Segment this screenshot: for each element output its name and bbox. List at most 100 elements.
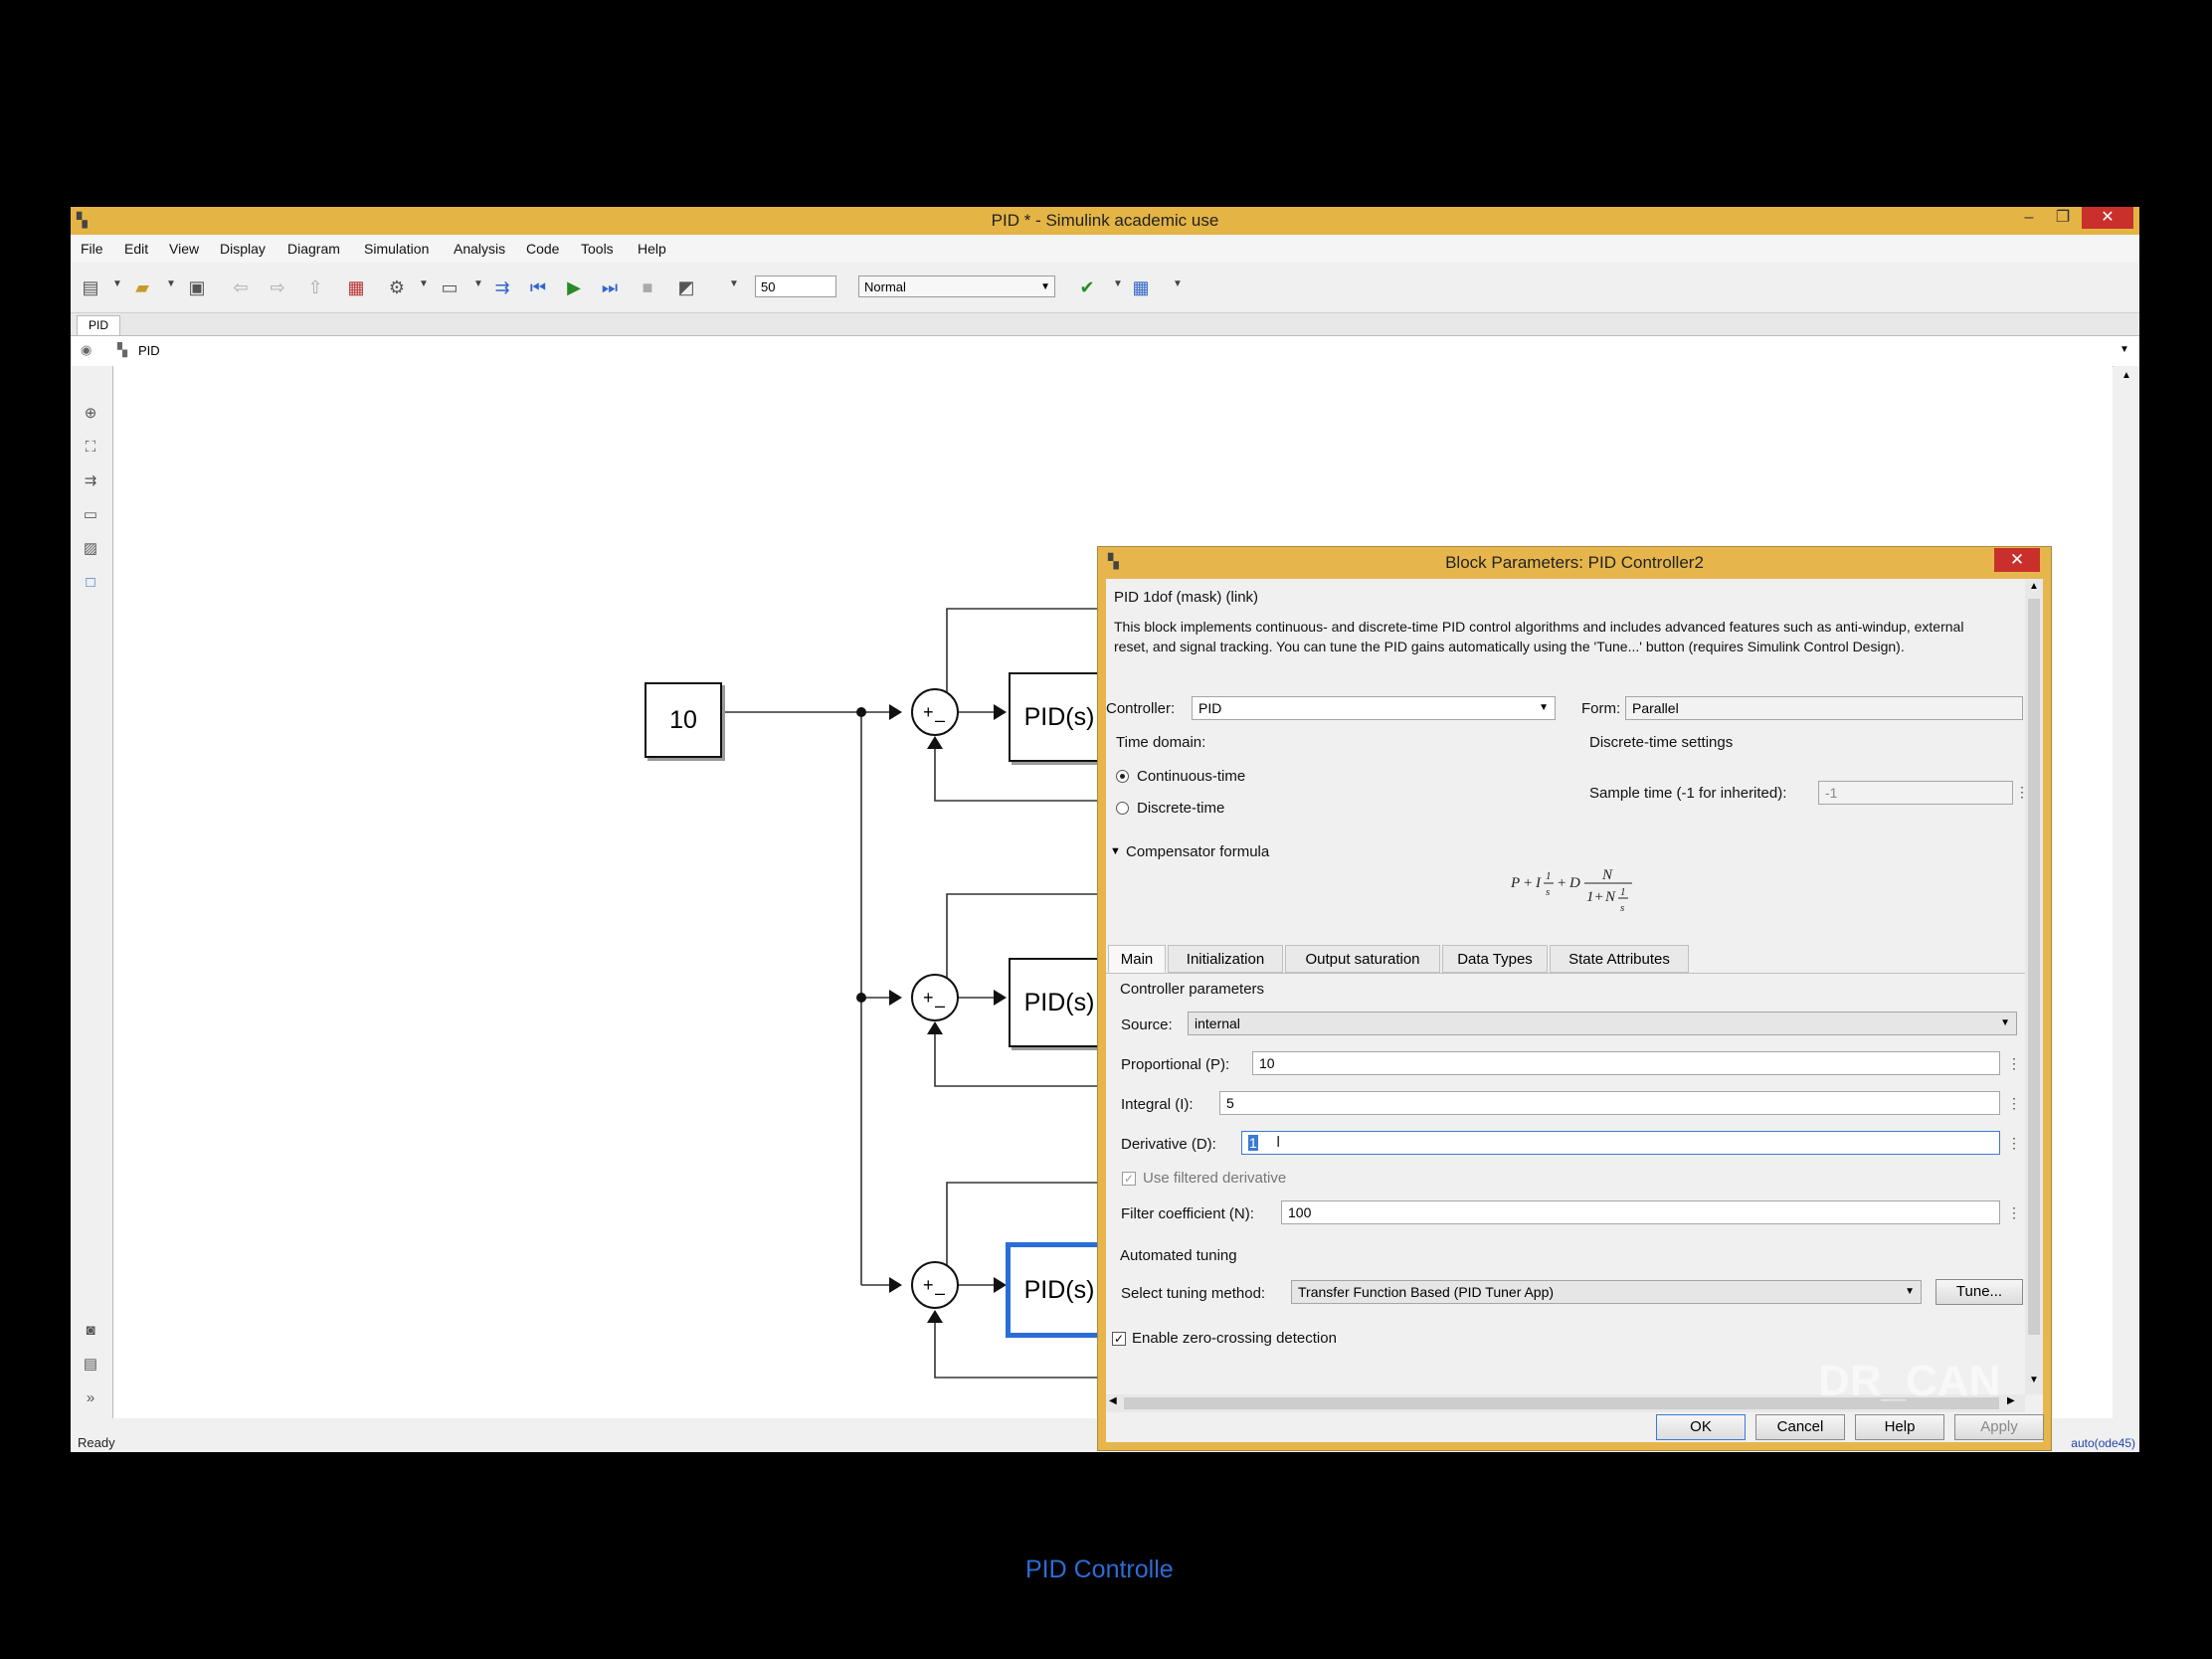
- tab-state-attributes[interactable]: State Attributes: [1550, 945, 1689, 973]
- collapse-triangle-icon[interactable]: ▼: [1110, 845, 1121, 857]
- dialog-vertical-scrollbar[interactable]: ▲ ▼: [2025, 579, 2043, 1394]
- form-select[interactable]: Parallel: [1625, 696, 2023, 720]
- scroll-up-icon[interactable]: ▲: [2121, 370, 2131, 381]
- model-config-gear-icon[interactable]: ⚙: [385, 276, 409, 298]
- inspector-dropdown-icon[interactable]: ▼: [729, 278, 739, 289]
- sample-time-input[interactable]: -1: [1818, 781, 2013, 805]
- step-forward-icon[interactable]: ⏭: [598, 276, 622, 298]
- ok-button[interactable]: OK: [1656, 1414, 1746, 1440]
- use-filtered-derivative-checkbox[interactable]: ✓: [1122, 1172, 1136, 1186]
- zero-crossing-checkbox[interactable]: ✓: [1112, 1332, 1126, 1346]
- continuous-time-radio[interactable]: [1116, 770, 1129, 783]
- filter-coefficient-input[interactable]: 100: [1281, 1200, 2000, 1224]
- up-arrow-icon[interactable]: ⇧: [303, 276, 327, 298]
- new-model-icon[interactable]: ▤: [79, 276, 102, 298]
- selected-block-name[interactable]: PID Controlle: [1025, 1556, 1174, 1584]
- sum-block-2[interactable]: + –: [911, 974, 959, 1021]
- scroll-left-icon[interactable]: ◀: [1109, 1395, 1117, 1406]
- menu-edit[interactable]: Edit: [124, 241, 148, 257]
- pid-controller-block-1[interactable]: PID(s): [1009, 672, 1110, 762]
- dialog-close-button[interactable]: ✕: [1994, 548, 2040, 572]
- scroll-up-icon[interactable]: ▲: [2029, 581, 2039, 592]
- integral-input[interactable]: 5: [1219, 1091, 2000, 1115]
- pid-controller-block-2[interactable]: PID(s): [1009, 958, 1110, 1047]
- sum-block-1[interactable]: + –: [911, 688, 959, 736]
- save-icon[interactable]: ▣: [185, 276, 209, 298]
- breadcrumb[interactable]: PID: [138, 343, 160, 358]
- open-dropdown-icon[interactable]: ▼: [166, 278, 176, 289]
- apply-button[interactable]: Apply: [1954, 1414, 2044, 1440]
- discrete-time-radio[interactable]: [1116, 802, 1129, 815]
- menu-view[interactable]: View: [169, 241, 199, 257]
- integral-more-icon[interactable]: ⋮: [2007, 1092, 2021, 1114]
- tune-button[interactable]: Tune...: [1936, 1279, 2023, 1305]
- calendar-grid-icon[interactable]: ▦: [1129, 276, 1153, 298]
- tab-initialization[interactable]: Initialization: [1168, 945, 1283, 973]
- tuning-method-select[interactable]: Transfer Function Based (PID Tuner App) …: [1291, 1280, 1922, 1304]
- tab-pid[interactable]: PID: [77, 315, 120, 335]
- solver-status[interactable]: auto(ode45): [2071, 1436, 2135, 1450]
- data-inspector-icon[interactable]: ◩: [674, 276, 698, 298]
- area-icon[interactable]: □: [81, 573, 100, 593]
- cancel-button[interactable]: Cancel: [1755, 1414, 1845, 1440]
- minimize-button[interactable]: –: [2010, 207, 2048, 229]
- simulation-mode-select[interactable]: Normal ▼: [858, 276, 1055, 297]
- menu-display[interactable]: Display: [220, 241, 266, 257]
- window-titlebar[interactable]: ▚ PID * - Simulink academic use – ❐ ✕: [71, 207, 2139, 235]
- proportional-more-icon[interactable]: ⋮: [2007, 1052, 2021, 1074]
- menu-tools[interactable]: Tools: [581, 241, 614, 257]
- menu-diagram[interactable]: Diagram: [287, 241, 340, 257]
- build-icon[interactable]: ⇉: [490, 276, 514, 298]
- config-dropdown-icon[interactable]: ▼: [419, 278, 429, 289]
- stop-time-input[interactable]: 50: [755, 276, 836, 297]
- explorer-dropdown-icon[interactable]: ▼: [473, 278, 483, 289]
- back-arrow-icon[interactable]: ⇦: [229, 276, 253, 298]
- source-select[interactable]: internal ▼: [1188, 1012, 2017, 1035]
- controller-select[interactable]: PID ▼: [1192, 696, 1556, 720]
- address-dropdown-icon[interactable]: ▼: [2120, 344, 2129, 355]
- arrow-right-icon[interactable]: ⇉: [81, 471, 100, 491]
- derivative-input[interactable]: 1 I: [1241, 1131, 2000, 1155]
- scroll-thumb[interactable]: [2028, 599, 2040, 1335]
- run-play-icon[interactable]: ▶: [562, 276, 586, 298]
- close-window-button[interactable]: ✕: [2082, 207, 2133, 229]
- screenshot-camera-icon[interactable]: ◙: [81, 1321, 100, 1341]
- hide-browser-icon[interactable]: ◉: [81, 342, 92, 358]
- filter-coefficient-more-icon[interactable]: ⋮: [2007, 1201, 2021, 1223]
- sum-block-3[interactable]: + –: [911, 1261, 959, 1309]
- expand-palette-icon[interactable]: »: [81, 1388, 100, 1408]
- pid-controller-block-3-selected[interactable]: PID(s): [1009, 1245, 1110, 1335]
- constant-block[interactable]: 10: [645, 682, 722, 758]
- forward-arrow-icon[interactable]: ⇨: [266, 276, 289, 298]
- compensator-formula-label[interactable]: Compensator formula: [1126, 843, 1269, 860]
- advisor-dropdown-icon[interactable]: ▼: [1113, 278, 1123, 289]
- proportional-input[interactable]: 10: [1252, 1051, 2000, 1075]
- menu-code[interactable]: Code: [526, 241, 559, 257]
- tab-output-saturation[interactable]: Output saturation: [1285, 945, 1440, 973]
- model-info-icon[interactable]: ▤: [81, 1355, 100, 1375]
- tab-main[interactable]: Main: [1108, 945, 1166, 973]
- step-back-icon[interactable]: ⏮: [526, 276, 550, 298]
- menu-analysis[interactable]: Analysis: [454, 241, 505, 257]
- menu-simulation[interactable]: Simulation: [364, 241, 429, 257]
- zoom-icon[interactable]: ⊕: [81, 404, 100, 424]
- open-folder-icon[interactable]: ▰: [130, 276, 154, 298]
- grid-dropdown-icon[interactable]: ▼: [1173, 278, 1183, 289]
- scroll-down-icon[interactable]: ▼: [2029, 1375, 2039, 1385]
- tab-data-types[interactable]: Data Types: [1442, 945, 1548, 973]
- help-button[interactable]: Help: [1855, 1414, 1944, 1440]
- model-explorer-icon[interactable]: ▭: [438, 276, 461, 298]
- new-model-dropdown-icon[interactable]: ▼: [112, 278, 122, 289]
- menu-help[interactable]: Help: [638, 241, 666, 257]
- fit-to-view-icon[interactable]: ⛶: [81, 438, 100, 458]
- canvas-vertical-scrollbar[interactable]: ▲: [2114, 366, 2139, 1418]
- scroll-right-icon[interactable]: ▶: [2007, 1395, 2015, 1406]
- restore-button[interactable]: ❐: [2044, 207, 2082, 229]
- model-advisor-check-icon[interactable]: ✔: [1075, 276, 1099, 298]
- image-icon[interactable]: ▨: [81, 539, 100, 559]
- menu-file[interactable]: File: [81, 241, 103, 257]
- annotation-icon[interactable]: ▭: [81, 505, 100, 525]
- library-browser-icon[interactable]: ▦: [344, 276, 368, 298]
- stop-icon[interactable]: ■: [636, 276, 659, 298]
- derivative-more-icon[interactable]: ⋮: [2007, 1132, 2021, 1154]
